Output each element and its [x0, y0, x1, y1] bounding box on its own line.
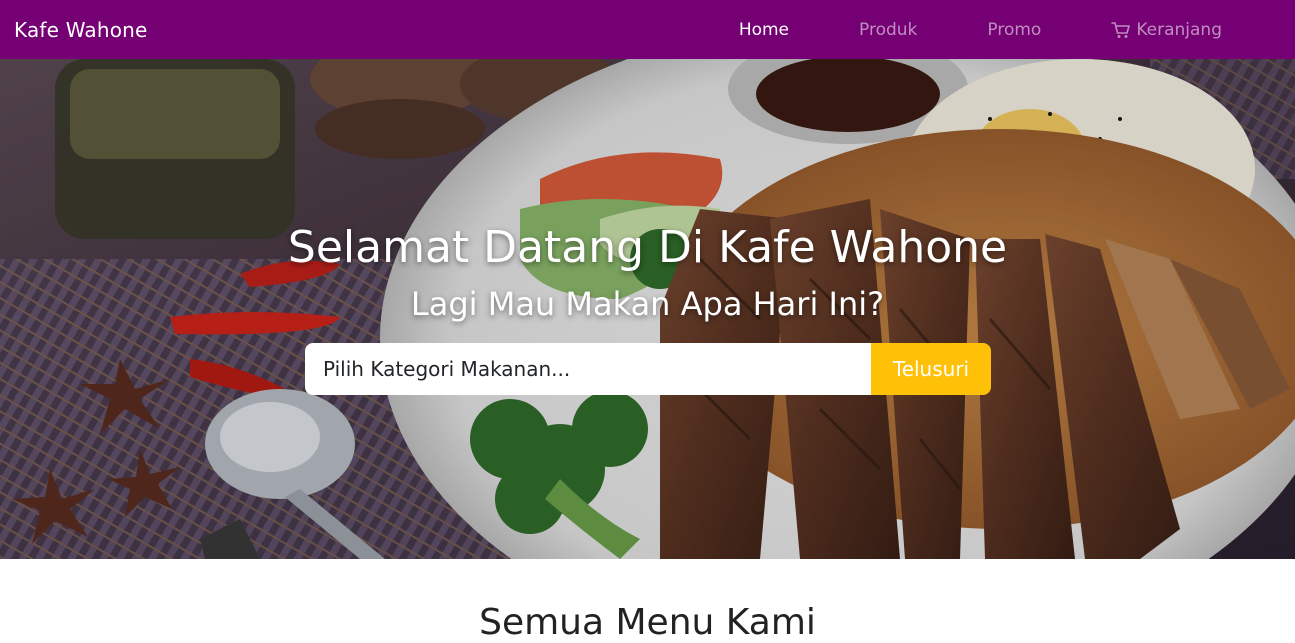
nav-link-label: Home [738, 19, 790, 40]
hero-banner: Selamat Datang Di Kafe Wahone Lagi Mau M… [0, 59, 1295, 559]
search-button[interactable]: Telusuri [871, 343, 991, 395]
nav-link-home[interactable]: Home [739, 20, 789, 40]
nav-link-label: Produk [859, 19, 918, 40]
navbar: Kafe Wahone Home Produk Promo Keranjang [0, 0, 1295, 59]
nav-link-promo[interactable]: Promo [987, 20, 1041, 40]
nav-links: Home Produk Promo Keranjang [739, 0, 1222, 59]
nav-link-keranjang[interactable]: Keranjang [1111, 20, 1222, 40]
nav-link-label: Promo [987, 19, 1042, 40]
cart-icon [1111, 21, 1131, 39]
section-heading: Semua Menu Kami [479, 602, 816, 643]
search-group: Telusuri [305, 343, 991, 395]
search-input[interactable] [305, 343, 871, 395]
hero-title: Selamat Datang Di Kafe Wahone [287, 222, 1008, 273]
nav-link-produk[interactable]: Produk [859, 20, 917, 40]
brand-logo[interactable]: Kafe Wahone [14, 18, 148, 42]
nav-link-label: Keranjang [1136, 19, 1222, 40]
hero-subtitle: Lagi Mau Makan Apa Hari Ini? [410, 285, 885, 323]
